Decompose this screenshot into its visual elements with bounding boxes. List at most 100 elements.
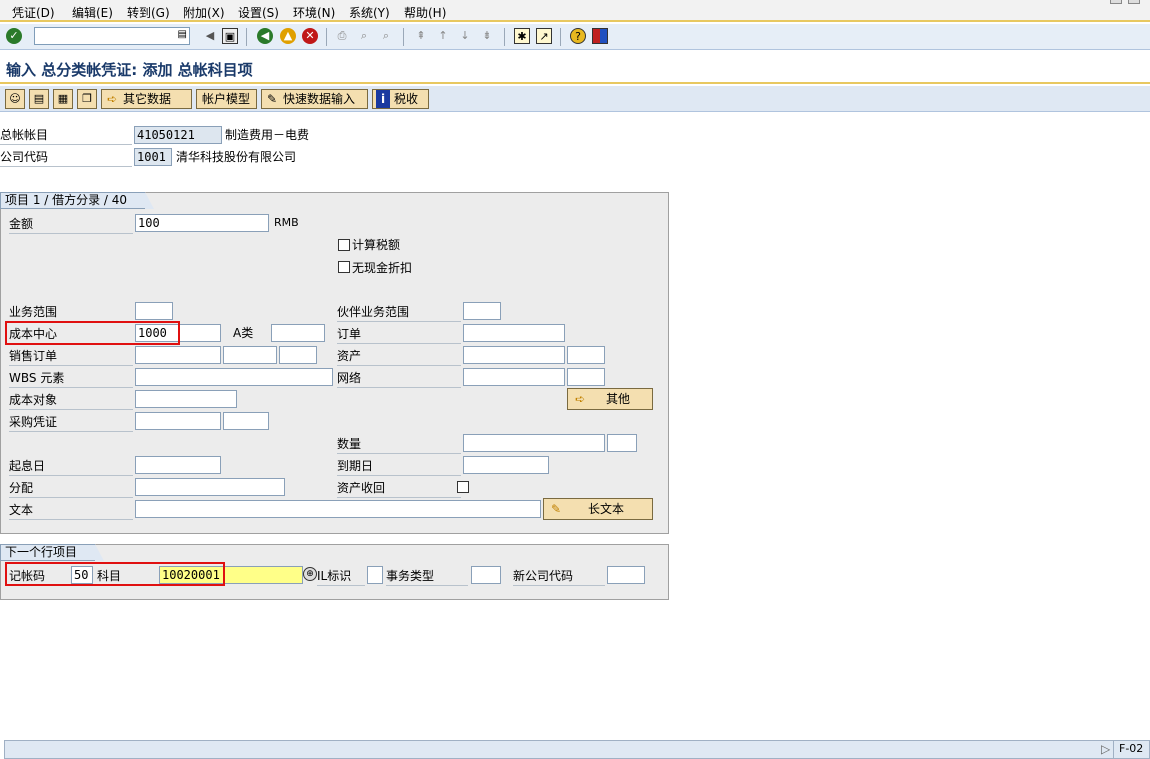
a-class-field[interactable] <box>271 324 325 342</box>
value-date-field[interactable] <box>135 456 221 474</box>
history-dropdown-icon[interactable]: ▤ <box>178 29 187 40</box>
partner-business-area-label: 伙伴业务范围 <box>337 303 461 322</box>
order-field[interactable] <box>463 324 565 342</box>
menu-edit[interactable]: 编辑(E) <box>72 4 113 21</box>
amount-field[interactable]: 100 <box>135 214 269 232</box>
transaction-type-field[interactable] <box>471 566 501 584</box>
collapse-arrow-icon[interactable]: ◀ <box>202 28 218 44</box>
cost-center-highlight <box>5 321 180 345</box>
calculate-tax-label: 计算税额 <box>352 238 401 252</box>
first-page-icon[interactable]: ⇞ <box>413 28 429 44</box>
sales-order-field[interactable] <box>135 346 221 364</box>
account-model-button[interactable]: 帐户模型 <box>196 89 257 109</box>
find-next-icon[interactable]: ⌕ <box>378 28 394 44</box>
fast-entry-label: 快速数据输入 <box>283 92 356 106</box>
company-code-field[interactable]: 1001 <box>134 148 172 166</box>
text-field[interactable] <box>135 500 541 518</box>
layout-icon[interactable] <box>592 28 608 44</box>
network-activity-field[interactable] <box>567 368 605 386</box>
tax-button[interactable]: i 税收 <box>372 89 429 109</box>
quantity-unit-field[interactable] <box>607 434 637 452</box>
document-icon[interactable]: ▤ <box>29 89 49 109</box>
next-line-item-title: 下一个行项目 <box>0 544 105 561</box>
search-help-icon[interactable]: ⊕ <box>303 567 317 581</box>
exit-icon[interactable]: ▲ <box>280 28 296 44</box>
sales-order-item-field[interactable] <box>223 346 277 364</box>
new-company-code-field[interactable] <box>607 566 645 584</box>
long-text-button[interactable]: ✎ 长文本 <box>543 498 653 520</box>
gl-account-description: 制造费用－电费 <box>225 128 310 142</box>
prev-page-icon[interactable]: ↑ <box>435 28 451 44</box>
print-icon[interactable]: ⎙ <box>334 28 350 44</box>
purchasing-document-field[interactable] <box>135 412 221 430</box>
menu-system[interactable]: 系统(Y) <box>349 4 390 21</box>
toolbar-separator <box>246 28 247 46</box>
quantity-label: 数量 <box>337 435 461 454</box>
cost-object-label: 成本对象 <box>9 391 133 410</box>
wbs-element-label: WBS 元素 <box>9 369 133 388</box>
more-button[interactable]: ➪ 其他 <box>567 388 653 410</box>
special-gl-label: IL标识 <box>317 567 365 586</box>
sales-order-schedule-field[interactable] <box>279 346 317 364</box>
menu-extras[interactable]: 附加(X) <box>183 4 225 21</box>
more-button-label: 其他 <box>605 392 630 406</box>
status-arrow-icon[interactable]: ▷ <box>1101 742 1110 756</box>
page-title: 输入 总分类帐凭证: 添加 总帐科目项 <box>6 61 253 79</box>
find-icon[interactable]: ⌕ <box>356 28 372 44</box>
application-toolbar: ☺ ▤ ▦ ❐ ➪ 其它数据 帐户模型 ✎ 快速数据输入 i 税收 <box>0 86 1150 112</box>
transaction-code: F-02 <box>1119 742 1144 755</box>
business-area-field[interactable] <box>135 302 173 320</box>
partner-business-area-field[interactable] <box>463 302 501 320</box>
save-icon[interactable]: ▣ <box>222 28 238 44</box>
assignment-field[interactable] <box>135 478 285 496</box>
wbs-element-field[interactable] <box>135 368 333 386</box>
purchasing-document-label: 采购凭证 <box>9 413 133 432</box>
next-page-icon[interactable]: ↓ <box>457 28 473 44</box>
due-date-label: 到期日 <box>337 457 461 476</box>
calculate-tax-checkbox[interactable] <box>338 239 350 251</box>
quantity-field[interactable] <box>463 434 605 452</box>
asset-subnumber-field[interactable] <box>567 346 605 364</box>
status-separator <box>1113 741 1114 758</box>
new-session-icon[interactable]: ✱ <box>514 28 530 44</box>
long-text-button-label: 长文本 <box>587 502 624 516</box>
menu-help[interactable]: 帮助(H) <box>404 4 446 21</box>
asset-field[interactable] <box>463 346 565 364</box>
currency-label: RMB <box>274 216 299 229</box>
no-cash-discount-checkbox[interactable] <box>338 261 350 273</box>
asset-retirement-checkbox[interactable] <box>457 481 469 493</box>
shortcut-icon[interactable]: ↗ <box>536 28 552 44</box>
cancel-icon[interactable]: ✕ <box>302 28 318 44</box>
close-window-icon[interactable] <box>1128 0 1140 4</box>
last-page-icon[interactable]: ⇟ <box>479 28 495 44</box>
fast-entry-icon: ✎ <box>266 92 278 106</box>
toolbar-separator <box>560 28 561 46</box>
toolbar-separator <box>504 28 505 46</box>
cost-object-field[interactable] <box>135 390 237 408</box>
copy-icon[interactable]: ❐ <box>77 89 97 109</box>
menu-settings[interactable]: 设置(S) <box>238 4 279 21</box>
due-date-field[interactable] <box>463 456 549 474</box>
command-field[interactable]: ▤ <box>34 27 190 45</box>
menu-environment[interactable]: 环境(N) <box>293 4 335 21</box>
back-icon[interactable]: ◀ <box>257 28 273 44</box>
help-icon[interactable]: ? <box>570 28 586 44</box>
fast-entry-button[interactable]: ✎ 快速数据输入 <box>261 89 368 109</box>
purchasing-item-field[interactable] <box>223 412 269 430</box>
network-label: 网络 <box>337 369 461 388</box>
network-field[interactable] <box>463 368 565 386</box>
other-data-button[interactable]: ➪ 其它数据 <box>101 89 192 109</box>
business-area-label: 业务范围 <box>9 303 133 322</box>
posting-key-account-highlight <box>5 562 225 586</box>
check-icon[interactable]: ✓ <box>6 28 22 44</box>
sales-order-label: 销售订单 <box>9 347 133 366</box>
menu-voucher[interactable]: 凭证(D) <box>12 4 55 21</box>
person-icon[interactable]: ☺ <box>5 89 25 109</box>
minimize-icon[interactable] <box>1110 0 1122 4</box>
special-gl-field[interactable] <box>367 566 383 584</box>
display-document-icon[interactable]: ▦ <box>53 89 73 109</box>
asset-label: 资产 <box>337 347 461 366</box>
item-group: 项目 1 / 借方分录 / 40 金额 100 RMB 计算税额 无现金折扣 业… <box>0 192 669 534</box>
gl-account-field[interactable]: 41050121 <box>134 126 222 144</box>
menu-goto[interactable]: 转到(G) <box>127 4 170 21</box>
